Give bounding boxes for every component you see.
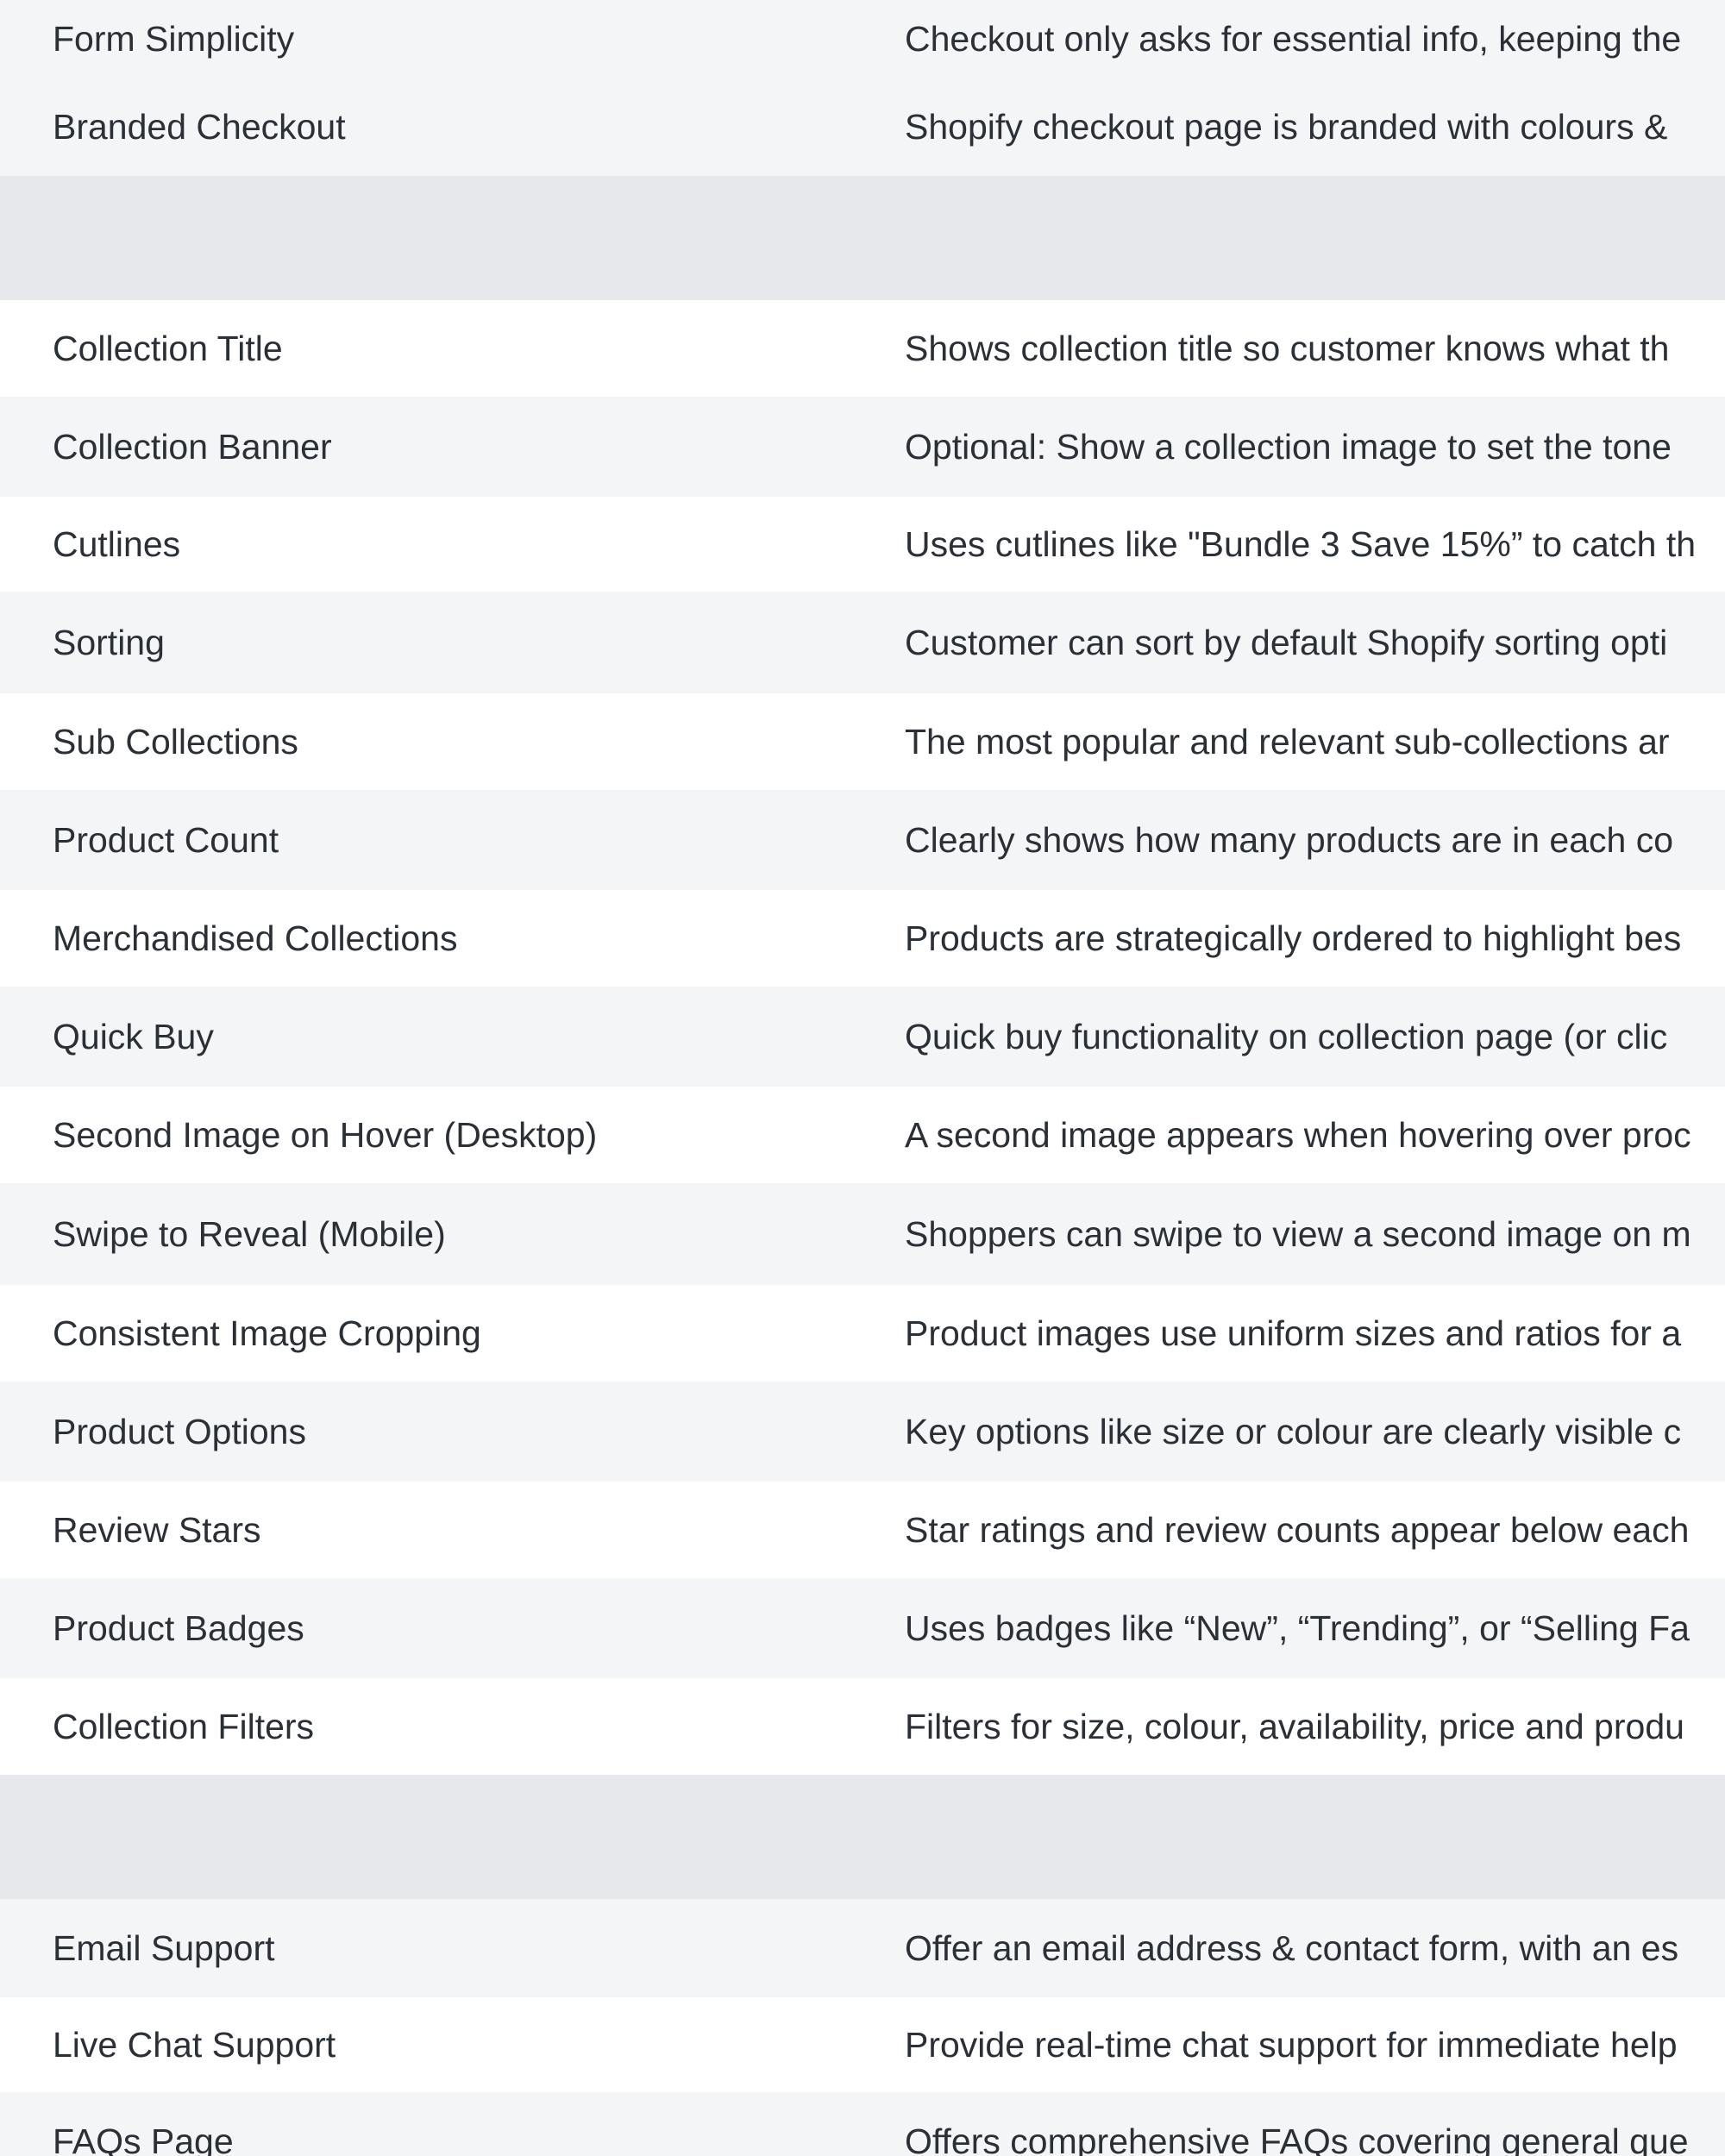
table-row[interactable]: Collection Banner Optional: Show a colle… xyxy=(0,397,1725,497)
table-row[interactable]: Review Stars Star ratings and review cou… xyxy=(0,1482,1725,1578)
feature-cell: Collection Title xyxy=(53,328,283,368)
table-row[interactable]: Consistent Image Cropping Product images… xyxy=(0,1285,1725,1382)
description-cell: Shoppers can swipe to view a second imag… xyxy=(905,1213,1691,1254)
feature-cell: Live Chat Support xyxy=(53,2024,336,2065)
feature-cell: Product Badges xyxy=(53,1608,304,1648)
table-row[interactable]: Quick Buy Quick buy functionality on col… xyxy=(0,987,1725,1087)
feature-cell: Collection Banner xyxy=(53,426,332,467)
table-row[interactable]: Merchandised Collections Products are st… xyxy=(0,890,1725,987)
feature-table: Form Simplicity Checkout only asks for e… xyxy=(0,0,1725,2156)
description-cell: Key options like size or colour are clea… xyxy=(905,1411,1682,1451)
feature-cell: Form Simplicity xyxy=(53,18,295,59)
table-row[interactable]: Live Chat Support Provide real-time chat… xyxy=(0,1997,1725,2092)
description-cell: Quick buy functionality on collection pa… xyxy=(905,1016,1668,1056)
table-row[interactable]: Sorting Customer can sort by default Sho… xyxy=(0,592,1725,693)
description-cell: Offer an email address & contact form, w… xyxy=(905,1927,1679,1968)
description-cell: Provide real-time chat support for immed… xyxy=(905,2024,1678,2065)
description-cell: Checkout only asks for essential info, k… xyxy=(905,18,1682,59)
description-cell: Clearly shows how many products are in e… xyxy=(905,819,1674,860)
description-cell: Customer can sort by default Shopify sor… xyxy=(905,622,1668,662)
section-header-row xyxy=(0,176,1725,300)
description-cell: Uses cutlines like "Bundle 3 Save 15%” t… xyxy=(905,523,1697,564)
description-cell: A second image appears when hovering ove… xyxy=(905,1114,1691,1155)
feature-cell: Cutlines xyxy=(53,523,181,564)
feature-cell: Email Support xyxy=(53,1927,275,1968)
table-row[interactable]: FAQs Page Offers comprehensive FAQs cove… xyxy=(0,2092,1725,2156)
description-cell: Shopify checkout page is branded with co… xyxy=(905,106,1668,147)
description-cell: Filters for size, colour, availability, … xyxy=(905,1706,1684,1746)
feature-cell: FAQs Page xyxy=(53,2121,234,2156)
section-header-row xyxy=(0,1775,1725,1899)
table-row[interactable]: Form Simplicity Checkout only asks for e… xyxy=(0,0,1725,78)
feature-cell: Branded Checkout xyxy=(53,106,346,147)
description-cell: Optional: Show a collection image to set… xyxy=(905,426,1672,467)
description-cell: Uses badges like “New”, “Trending”, or “… xyxy=(905,1608,1690,1648)
feature-cell: Product Count xyxy=(53,819,279,860)
table-row[interactable]: Email Support Offer an email address & c… xyxy=(0,1899,1725,1997)
table-row[interactable]: Sub Collections The most popular and rel… xyxy=(0,693,1725,790)
description-cell: Product images use uniform sizes and rat… xyxy=(905,1313,1682,1353)
description-cell: Shows collection title so customer knows… xyxy=(905,328,1670,368)
feature-cell: Product Options xyxy=(53,1411,306,1451)
feature-cell: Merchandised Collections xyxy=(53,918,458,958)
table-row[interactable]: Product Badges Uses badges like “New”, “… xyxy=(0,1578,1725,1678)
description-cell: The most popular and relevant sub-collec… xyxy=(905,721,1670,761)
table-row[interactable]: Product Options Key options like size or… xyxy=(0,1382,1725,1482)
section-title xyxy=(53,176,898,300)
feature-cell: Second Image on Hover (Desktop) xyxy=(53,1114,598,1155)
feature-cell: Consistent Image Cropping xyxy=(53,1313,481,1353)
table-row[interactable]: Branded Checkout Shopify checkout page i… xyxy=(0,78,1725,176)
section-title xyxy=(53,1775,898,1899)
table-row[interactable]: Cutlines Uses cutlines like "Bundle 3 Sa… xyxy=(0,497,1725,592)
feature-cell: Quick Buy xyxy=(53,1016,214,1056)
description-cell: Offers comprehensive FAQs covering gener… xyxy=(905,2121,1689,2156)
feature-cell: Review Stars xyxy=(53,1509,261,1550)
table-row[interactable]: Collection Title Shows collection title … xyxy=(0,300,1725,397)
table-row[interactable]: Second Image on Hover (Desktop) A second… xyxy=(0,1087,1725,1183)
description-cell: Products are strategically ordered to hi… xyxy=(905,918,1682,958)
feature-cell: Swipe to Reveal (Mobile) xyxy=(53,1213,446,1254)
feature-cell: Collection Filters xyxy=(53,1706,315,1746)
feature-cell: Sub Collections xyxy=(53,721,298,761)
description-cell: Star ratings and review counts appear be… xyxy=(905,1509,1690,1550)
feature-cell: Sorting xyxy=(53,622,165,662)
table-row[interactable]: Swipe to Reveal (Mobile) Shoppers can sw… xyxy=(0,1183,1725,1285)
table-row[interactable]: Collection Filters Filters for size, col… xyxy=(0,1678,1725,1775)
table-row[interactable]: Product Count Clearly shows how many pro… xyxy=(0,790,1725,890)
